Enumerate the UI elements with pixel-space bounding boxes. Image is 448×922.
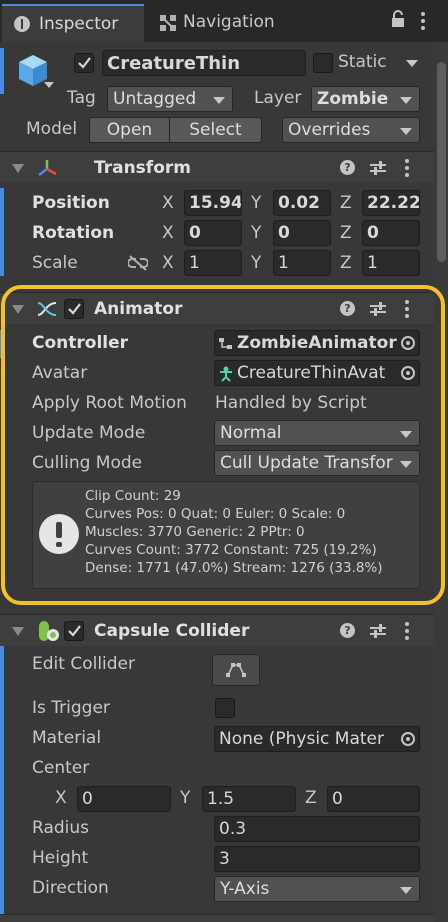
- position-z-label: Z: [340, 193, 352, 213]
- navigation-icon: [160, 15, 176, 31]
- center-y-input[interactable]: 1.5: [202, 786, 296, 812]
- center-z-label: Z: [305, 788, 317, 808]
- rotation-z-label: Z: [340, 223, 352, 243]
- scale-label: Scale: [32, 253, 78, 273]
- open-button[interactable]: Open: [89, 117, 170, 143]
- capsule-collider-title: Capsule Collider: [94, 621, 250, 641]
- chevron-down-icon: [400, 887, 412, 894]
- edit-collider-icon: [226, 663, 246, 677]
- presets-icon[interactable]: [370, 623, 386, 639]
- active-checkbox[interactable]: [74, 53, 94, 73]
- direction-dropdown[interactable]: Y-Axis: [214, 876, 420, 902]
- help-icon[interactable]: ?: [340, 623, 355, 638]
- chevron-down-icon: [213, 97, 225, 104]
- presets-icon[interactable]: [370, 160, 386, 176]
- chevron-down-icon: [400, 97, 412, 104]
- material-label: Material: [32, 728, 102, 748]
- transform-icon: [38, 160, 57, 176]
- center-z-input[interactable]: 0: [327, 786, 420, 812]
- position-x-label: X: [162, 193, 174, 213]
- capsule-collider-icon: [39, 621, 59, 641]
- tag-dropdown[interactable]: Untagged: [107, 86, 233, 112]
- rotation-y-label: Y: [251, 223, 262, 243]
- tab-navigation-label: Navigation: [183, 12, 275, 32]
- position-y-input[interactable]: 0.02: [273, 190, 331, 216]
- tab-inspector-label: Inspector: [39, 14, 119, 34]
- layer-value: Zombie: [317, 89, 389, 109]
- material-value: None (Physic Mater: [219, 729, 385, 749]
- check-icon: [68, 625, 81, 637]
- static-checkbox[interactable]: [313, 53, 333, 73]
- object-name-input[interactable]: CreatureThin: [102, 50, 306, 76]
- prefab-indicator: [0, 48, 4, 94]
- lock-icon[interactable]: [391, 10, 405, 28]
- overrides-label: Overrides: [288, 120, 371, 140]
- icon-dropdown-arrow[interactable]: [44, 82, 54, 88]
- scale-z-input[interactable]: 1: [362, 250, 420, 276]
- override-indicator: [0, 646, 4, 922]
- layer-dropdown[interactable]: Zombie: [311, 86, 420, 112]
- material-field[interactable]: None (Physic Mater: [214, 726, 420, 752]
- position-label: Position: [32, 193, 110, 213]
- center-x-input[interactable]: 0: [77, 786, 171, 812]
- edit-collider-label: Edit Collider: [32, 654, 136, 674]
- overrides-dropdown[interactable]: Overrides: [282, 117, 420, 143]
- info-icon: [14, 16, 30, 32]
- rotation-y-input[interactable]: 0: [273, 220, 331, 246]
- center-y-label: Y: [180, 788, 191, 808]
- radius-input[interactable]: 0.3: [214, 816, 420, 842]
- rotation-z-input[interactable]: 0: [362, 220, 420, 246]
- tab-navigation[interactable]: Navigation: [150, 4, 300, 42]
- scale-y-label: Y: [251, 253, 262, 273]
- rotation-label: Rotation: [32, 223, 115, 243]
- scale-x-label: X: [162, 253, 174, 273]
- layer-label: Layer: [254, 88, 302, 108]
- height-label: Height: [32, 848, 89, 868]
- component-menu-icon[interactable]: [405, 622, 409, 643]
- scale-z-label: Z: [340, 253, 352, 273]
- help-icon[interactable]: ?: [340, 160, 355, 175]
- tag-value: Untagged: [113, 89, 197, 109]
- constrain-proportions-icon[interactable]: [128, 255, 148, 271]
- is-trigger-label: Is Trigger: [32, 698, 110, 718]
- chevron-down-icon: [400, 128, 412, 135]
- transform-header[interactable]: Transform ?: [0, 151, 434, 183]
- capsule-enabled-checkbox[interactable]: [64, 621, 84, 641]
- height-input[interactable]: 3: [214, 846, 420, 872]
- static-label: Static: [338, 52, 387, 72]
- tab-menu-icon[interactable]: [421, 12, 425, 33]
- fold-arrow-icon[interactable]: [12, 627, 24, 636]
- object-picker-icon[interactable]: [401, 732, 415, 746]
- select-button[interactable]: Select: [170, 117, 262, 143]
- edit-collider-button[interactable]: [212, 654, 260, 686]
- model-label: Model: [26, 119, 78, 139]
- scrollbar-thumb[interactable]: [437, 62, 446, 262]
- check-icon: [78, 57, 91, 69]
- scale-y-input[interactable]: 1: [273, 250, 331, 276]
- center-label: Center: [32, 758, 90, 778]
- capsule-collider-header[interactable]: Capsule Collider ?: [0, 614, 434, 646]
- override-indicator: [0, 188, 4, 276]
- transform-title: Transform: [94, 158, 191, 178]
- tag-label: Tag: [67, 88, 96, 108]
- rotation-x-input[interactable]: 0: [184, 220, 242, 246]
- position-z-input[interactable]: 22.22: [362, 190, 420, 216]
- center-x-label: X: [55, 788, 67, 808]
- tab-bar: Inspector Navigation: [0, 0, 448, 42]
- position-y-label: Y: [251, 193, 262, 213]
- tab-inspector[interactable]: Inspector: [2, 4, 144, 42]
- scale-x-input[interactable]: 1: [184, 250, 242, 276]
- direction-label: Direction: [32, 878, 109, 898]
- static-dropdown-arrow[interactable]: [406, 60, 418, 67]
- position-x-input[interactable]: 15.94: [184, 190, 242, 216]
- animator-highlight: [1, 285, 445, 605]
- radius-label: Radius: [32, 818, 90, 838]
- fold-arrow-icon[interactable]: [12, 164, 24, 173]
- component-menu-icon[interactable]: [405, 159, 409, 180]
- next-component-header: [0, 914, 434, 922]
- direction-value: Y-Axis: [220, 879, 270, 899]
- rotation-x-label: X: [162, 223, 174, 243]
- is-trigger-checkbox[interactable]: [215, 698, 235, 718]
